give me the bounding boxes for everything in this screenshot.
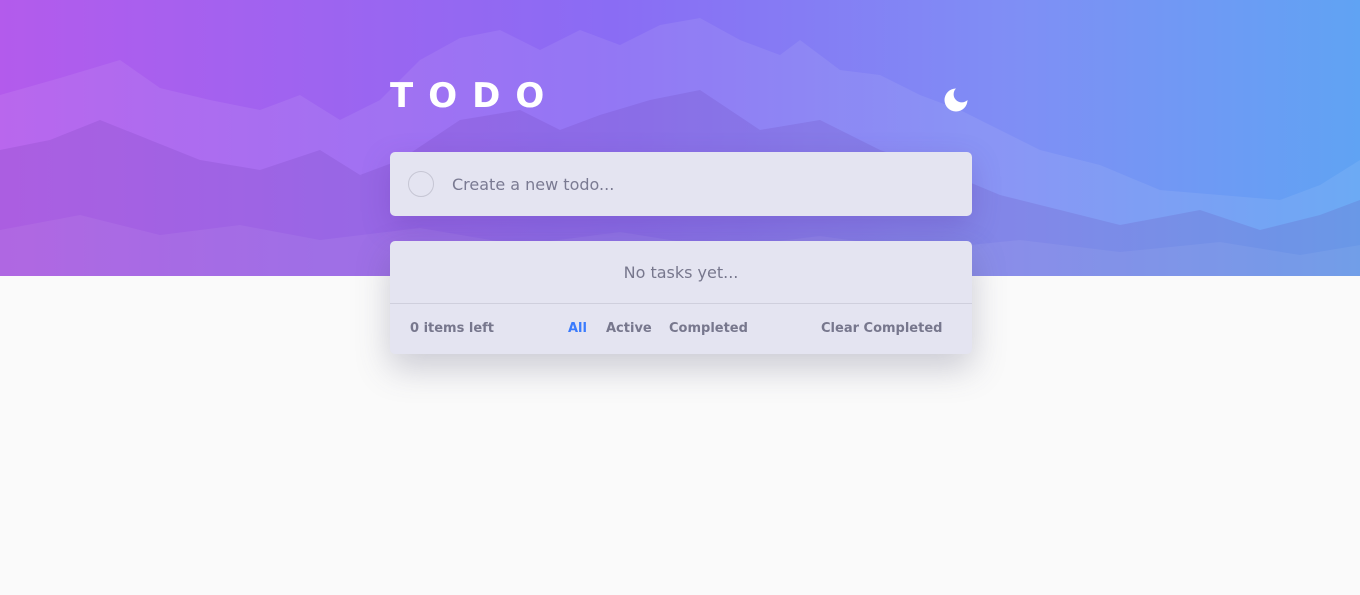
new-todo-input[interactable]: [452, 152, 952, 216]
list-footer: 0 items left All Active Completed Clear …: [390, 304, 972, 354]
new-todo-bar: [390, 152, 972, 216]
header: TODO: [390, 78, 972, 118]
empty-state-message: No tasks yet...: [390, 241, 972, 304]
moon-icon: [944, 88, 968, 112]
mountain-background: [0, 18, 1360, 276]
hero-banner: [0, 0, 1360, 276]
theme-toggle-button[interactable]: [942, 86, 970, 114]
app-title: TODO: [390, 76, 560, 116]
filter-completed[interactable]: Completed: [669, 304, 748, 354]
clear-completed-button[interactable]: Clear Completed: [821, 304, 942, 354]
todo-list-panel: No tasks yet... 0 items left All Active …: [390, 241, 972, 354]
items-left-count: 0 items left: [410, 321, 495, 336]
filter-all[interactable]: All: [568, 304, 587, 354]
filter-active[interactable]: Active: [606, 304, 652, 354]
new-todo-check-circle[interactable]: [408, 171, 434, 197]
